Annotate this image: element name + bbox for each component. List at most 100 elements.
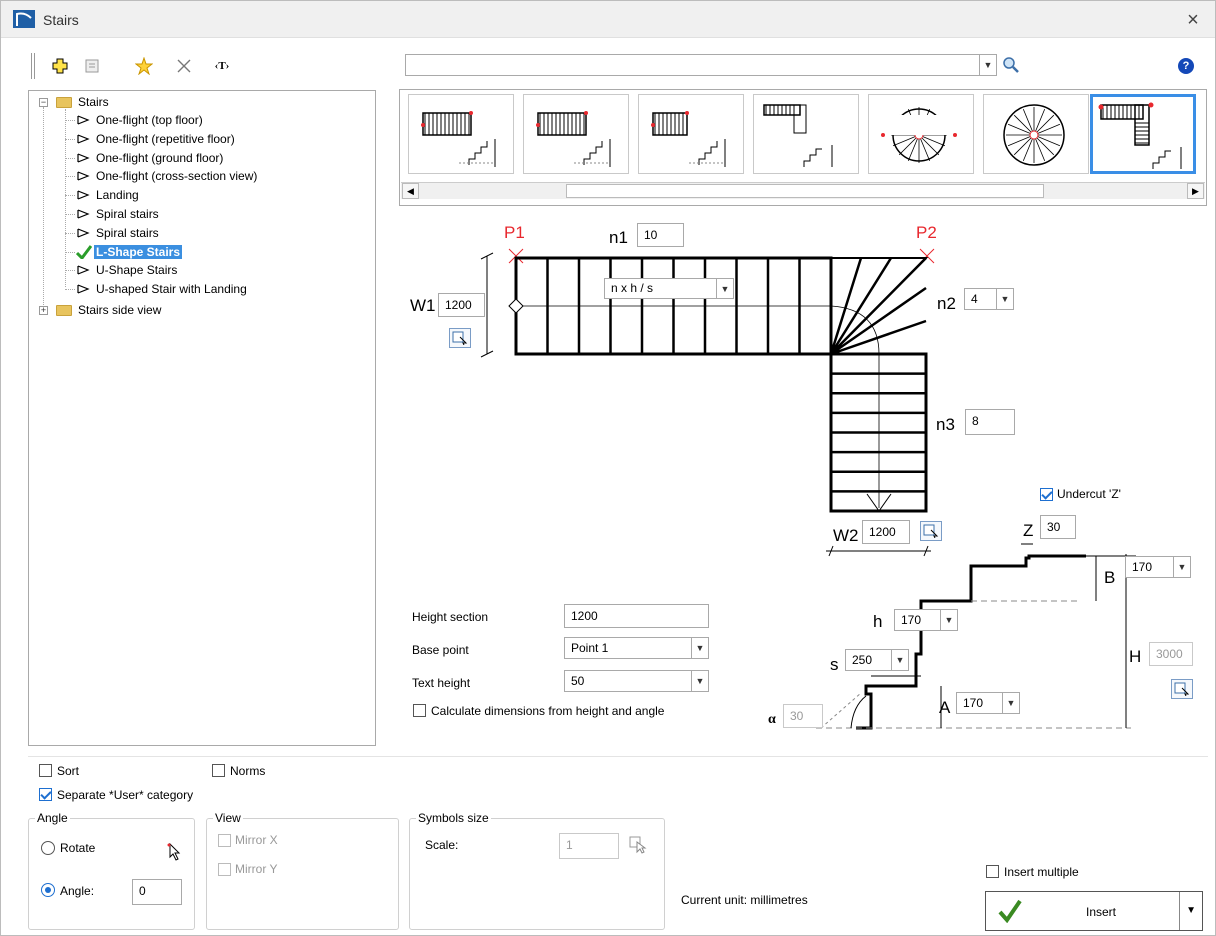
base-point-label: Base point — [412, 643, 469, 657]
calc-checkbox[interactable] — [413, 704, 426, 717]
undercut-checkbox[interactable] — [1040, 488, 1053, 501]
insert-button[interactable]: Insert ▼ — [985, 891, 1203, 931]
stair-thumbnail[interactable] — [868, 94, 974, 174]
undercut-label: Undercut 'Z' — [1057, 487, 1121, 501]
chevron-down-icon[interactable]: ▼ — [691, 671, 708, 691]
mirror-x-checkbox[interactable] — [218, 834, 231, 847]
height-section-input[interactable]: 1200 — [564, 604, 709, 628]
alpha-input[interactable]: 30 — [783, 704, 823, 728]
window-title: Stairs — [43, 12, 79, 28]
collapse-icon[interactable]: − — [39, 98, 48, 107]
H-input[interactable]: 3000 — [1149, 642, 1193, 666]
tree-item[interactable]: U-Shape Stairs — [94, 261, 179, 279]
help-icon[interactable]: ? — [1178, 58, 1194, 74]
norms-label: Norms — [230, 764, 266, 778]
search-input[interactable]: ▼ — [405, 54, 997, 76]
w1-label: W1 — [410, 296, 436, 315]
alpha-label: α — [768, 712, 776, 727]
search-icon[interactable] — [1002, 56, 1020, 74]
stair-thumbnail[interactable] — [753, 94, 859, 174]
w2-input[interactable]: 1200 — [862, 520, 910, 544]
stair-symbol-icon — [77, 228, 90, 238]
horizontal-scrollbar[interactable]: ◀ ▶ — [401, 182, 1205, 199]
expand-icon[interactable]: + — [39, 306, 48, 315]
tree-item[interactable]: One-flight (ground floor) — [94, 149, 225, 167]
add-button[interactable] — [49, 55, 71, 77]
stair-thumbnail[interactable] — [1090, 94, 1196, 174]
stair-thumbnail[interactable] — [408, 94, 514, 174]
n2-label: n2 — [937, 294, 956, 313]
stair-preview-icon — [421, 111, 496, 167]
mirror-y-checkbox[interactable] — [218, 863, 231, 876]
tree-item[interactable]: One-flight (repetitive floor) — [94, 130, 237, 148]
chevron-down-icon[interactable]: ▼ — [691, 638, 708, 658]
chevron-down-icon[interactable]: ▼ — [1186, 905, 1196, 916]
tree-root-side-view[interactable]: Stairs side view — [76, 301, 163, 319]
stair-thumbnail[interactable] — [638, 94, 744, 174]
tree-root-stairs[interactable]: Stairs — [76, 93, 111, 111]
tree-item[interactable]: Landing — [94, 186, 141, 204]
scroll-left-icon[interactable]: ◀ — [402, 183, 419, 199]
tree-item[interactable]: Spiral stairs — [94, 205, 161, 223]
chevron-down-icon[interactable]: ▼ — [716, 279, 733, 298]
scale-input[interactable]: 1 — [559, 833, 619, 859]
s-select[interactable]: 250 ▼ — [845, 649, 909, 671]
n1-input[interactable]: 10 — [637, 223, 684, 247]
stair-preview-icon — [536, 111, 611, 167]
properties-button[interactable] — [81, 55, 103, 77]
cursor-pick-icon[interactable] — [167, 843, 183, 861]
tree-item[interactable]: U-shaped Stair with Landing — [94, 280, 249, 298]
calc-label: Calculate dimensions from height and ang… — [431, 704, 665, 718]
b-select[interactable]: 170 ▼ — [1125, 556, 1191, 578]
formula-select[interactable]: n x h / s ▼ — [604, 278, 734, 299]
chevron-down-icon[interactable]: ▼ — [996, 289, 1013, 309]
p2-label: P2 — [916, 223, 937, 242]
base-point-select[interactable]: Point 1 ▼ — [564, 637, 709, 659]
w2-pick-button[interactable] — [920, 521, 942, 541]
n3-input[interactable]: 8 — [965, 409, 1015, 435]
norms-checkbox[interactable] — [212, 764, 225, 777]
close-button[interactable]: × — [1182, 9, 1204, 31]
text-button[interactable]: ‹T› — [211, 55, 233, 77]
chevron-down-icon[interactable]: ▼ — [940, 610, 957, 630]
mirror-y-label: Mirror Y — [235, 862, 278, 876]
star-icon — [135, 57, 153, 75]
scroll-right-icon[interactable]: ▶ — [1187, 183, 1204, 199]
w1-input[interactable]: 1200 — [438, 293, 485, 317]
delete-button[interactable] — [173, 55, 195, 77]
category-tree[interactable]: − Stairs One-flight (top floor) One-fligh… — [28, 90, 376, 746]
n2-select[interactable]: 4 ▼ — [964, 288, 1014, 310]
z-input[interactable]: 30 — [1040, 515, 1076, 539]
H-pick-button[interactable] — [1171, 679, 1193, 699]
angle-radio[interactable] — [41, 883, 55, 897]
angle-label: Angle: — [60, 884, 95, 898]
h-select[interactable]: 170 ▼ — [894, 609, 958, 631]
angle-input[interactable]: 0 — [132, 879, 182, 905]
sort-checkbox[interactable] — [39, 764, 52, 777]
tree-item[interactable]: L-Shape Stairs — [94, 243, 183, 261]
toolbar-grip — [31, 53, 35, 79]
stair-thumbnail[interactable] — [523, 94, 629, 174]
chevron-down-icon[interactable]: ▼ — [1002, 693, 1019, 713]
a-select[interactable]: 170 ▼ — [956, 692, 1020, 714]
tree-item[interactable]: Spiral stairs — [94, 224, 161, 242]
chevron-down-icon[interactable]: ▼ — [891, 650, 908, 670]
stair-symbol-icon — [77, 209, 90, 219]
favorite-button[interactable] — [133, 55, 155, 77]
chevron-down-icon[interactable]: ▼ — [1173, 557, 1190, 577]
stair-thumbnail[interactable] — [983, 94, 1089, 174]
pick-icon[interactable] — [629, 836, 649, 854]
stair-symbol-icon — [77, 171, 90, 181]
pick-icon — [923, 524, 939, 538]
scroll-thumb[interactable] — [566, 184, 1044, 198]
insert-multiple-checkbox[interactable] — [986, 865, 999, 878]
w1-pick-button[interactable] — [449, 328, 471, 348]
pick-icon — [1174, 682, 1190, 696]
rotate-radio[interactable] — [41, 841, 55, 855]
tree-item[interactable]: One-flight (top floor) — [94, 111, 205, 129]
pick-icon — [452, 331, 468, 345]
text-height-select[interactable]: 50 ▼ — [564, 670, 709, 692]
chevron-down-icon[interactable]: ▼ — [979, 55, 996, 75]
separate-user-checkbox[interactable] — [39, 788, 52, 801]
tree-item[interactable]: One-flight (cross-section view) — [94, 167, 259, 185]
